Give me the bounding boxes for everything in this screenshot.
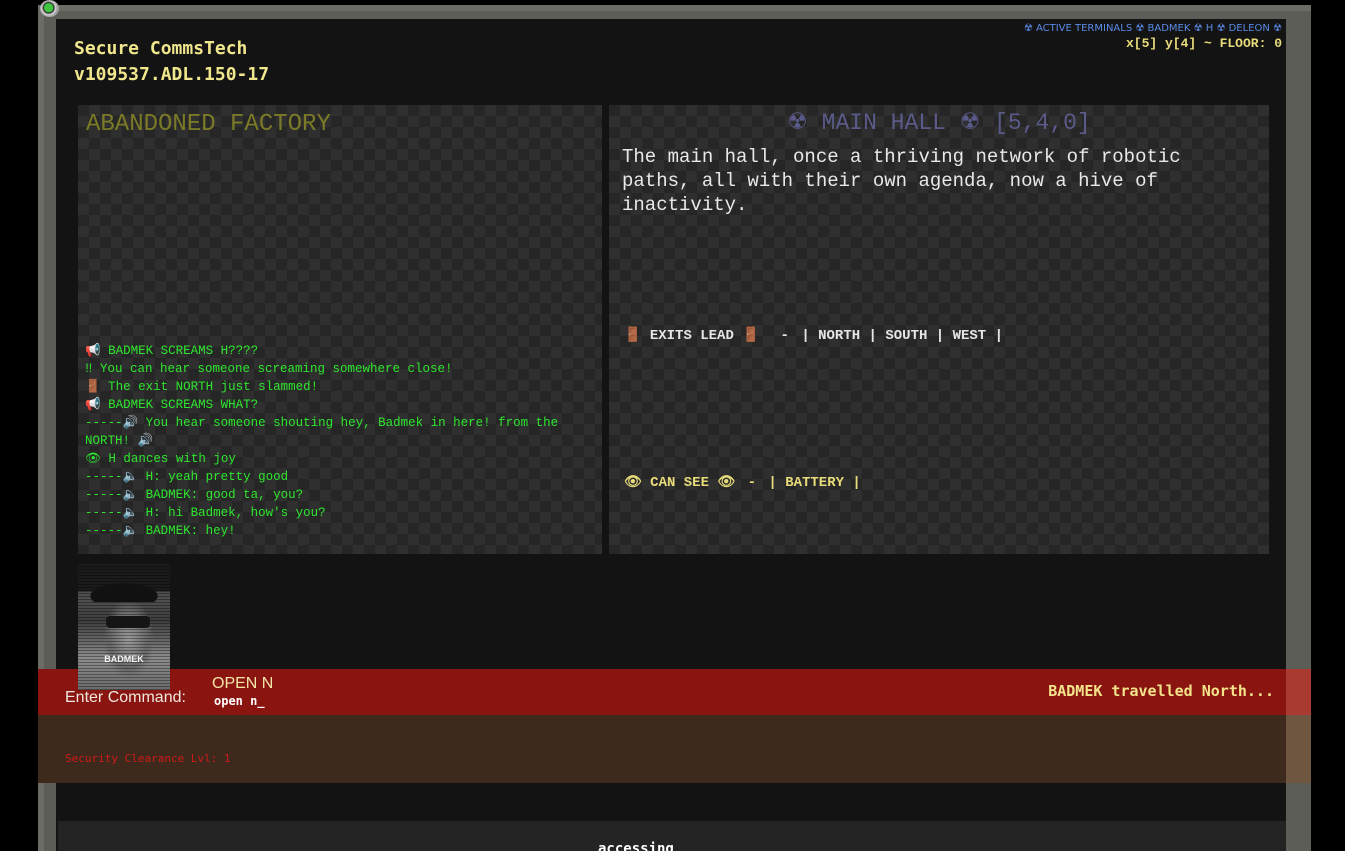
exits-list: 🚪 EXITS LEAD 🚪 - | NORTH | SOUTH | WEST … [624, 328, 1004, 344]
player-avatar: BADMEK [78, 564, 170, 690]
exit-south[interactable]: SOUTH [885, 328, 927, 344]
command-bar: Enter Command: OPEN N BADMEK travelled N… [38, 669, 1311, 715]
log-entry: 📢 BADMEK SCREAMS H???? [85, 344, 259, 358]
brand-title: Secure CommsTech [74, 38, 248, 59]
avatar-hat [78, 572, 170, 602]
log-entry: -----🔈 BADMEK: good ta, you? [85, 488, 304, 502]
exit-north[interactable]: NORTH [818, 328, 860, 344]
log-entry: -----🔈 H: yeah pretty good [85, 470, 289, 484]
exit-west[interactable]: WEST [953, 328, 987, 344]
status-led-icon [40, 0, 59, 17]
brand-version: v109537.ADL.150-17 [74, 64, 270, 85]
zone-title: ABANDONED FACTORY [86, 111, 331, 138]
log-entry: ‼ You can hear someone screaming somewhe… [85, 362, 453, 376]
item-battery[interactable]: BATTERY [785, 475, 844, 491]
avatar-glasses [106, 616, 150, 628]
visible-items: 👁 CAN SEE 👁 - | BATTERY | [624, 475, 861, 491]
event-log: 📢 BADMEK SCREAMS H???? ‼ You can hear so… [85, 342, 595, 540]
log-entry: 🚪 The exit NORTH just slammed! [85, 380, 319, 394]
room-title: ☢ MAIN HALL ☢ [5,4,0] [787, 110, 1091, 136]
avatar-name: BADMEK [104, 654, 144, 664]
app-brand: Secure CommsTech v109537.ADL.150-17 [74, 36, 269, 88]
security-clearance: Security Clearance Lvl: 1 [65, 752, 231, 765]
last-command: OPEN N [212, 675, 274, 692]
footer-status: accessing [598, 841, 674, 851]
command-status: BADMEK travelled North... [1048, 682, 1274, 700]
coordinates-readout: x[5] y[4] ~ FLOOR: 0 [1125, 36, 1282, 51]
log-entry: 📢 BADMEK SCREAMS WHAT? [85, 398, 259, 412]
log-entry: -----🔊 You hear someone shouting hey, Ba… [85, 416, 559, 448]
zone-panel: ABANDONED FACTORY 📢 BADMEK SCREAMS H????… [78, 105, 602, 554]
active-terminals: ☢ ACTIVE TERMINALS ☢ BADMEK ☢ H ☢ DELEON… [1023, 23, 1282, 34]
log-entry: -----🔈 BADMEK: hey! [85, 524, 236, 538]
command-label: Enter Command: [65, 689, 186, 706]
command-input[interactable] [214, 693, 514, 709]
can-see-label: 👁 CAN SEE 👁 [624, 475, 736, 491]
footer-band: accessing [58, 821, 1286, 851]
room-panel: ☢ MAIN HALL ☢ [5,4,0] The main hall, onc… [609, 105, 1269, 554]
room-description: The main hall, once a thriving network o… [622, 146, 1181, 216]
log-entry: 👁 H dances with joy [85, 452, 236, 466]
security-bar: Security Clearance Lvl: 1 [38, 715, 1311, 783]
exits-label: 🚪 EXITS LEAD 🚪 [624, 328, 760, 344]
log-entry: -----🔈 H: hi Badmek, how's you? [85, 506, 326, 520]
